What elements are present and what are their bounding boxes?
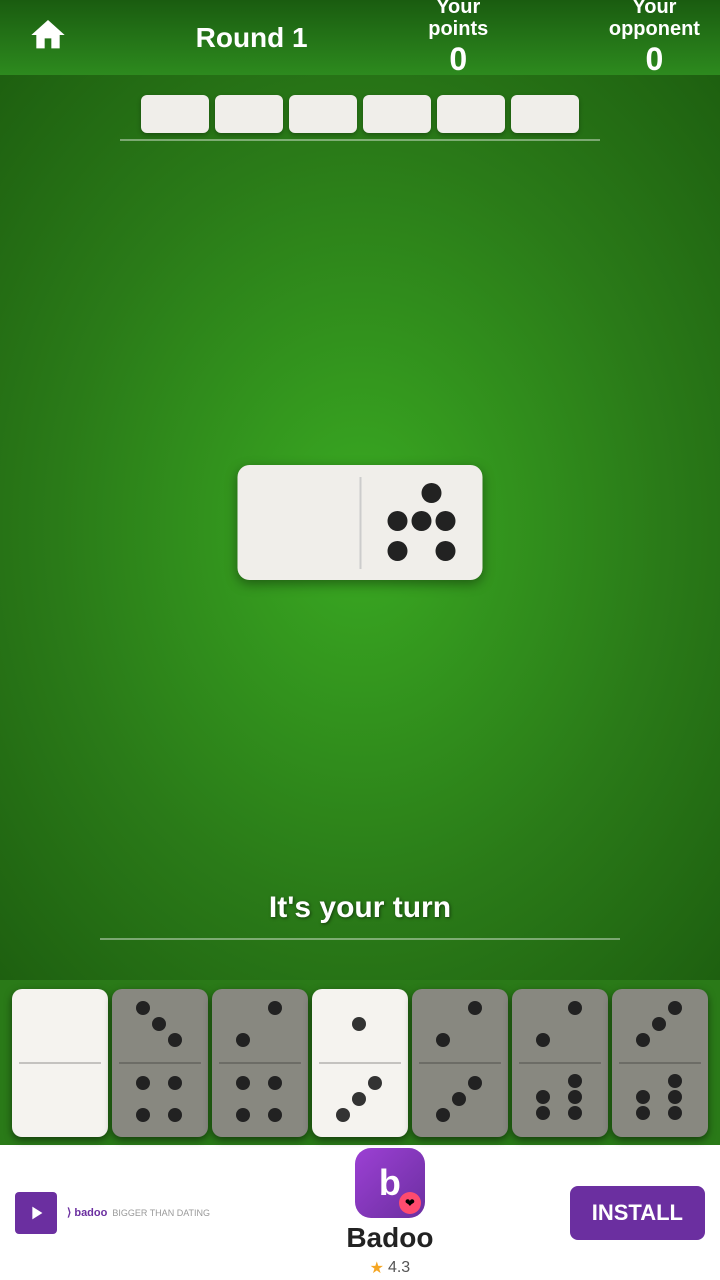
dot [388, 541, 408, 561]
dot [412, 511, 432, 531]
ad-app-name: Badoo [346, 1222, 433, 1254]
ad-icon-letter: b [379, 1162, 401, 1204]
home-button[interactable] [20, 10, 75, 65]
tile-bottom [512, 1064, 608, 1137]
tile-bottom [212, 1064, 308, 1137]
domino-left-half [238, 465, 360, 580]
opponent-tile [215, 95, 283, 133]
ad-left: ⟩ badoo BIGGER THAN DATING [15, 1192, 210, 1234]
player-tile-2[interactable] [112, 989, 208, 1137]
your-points: Yourpoints 0 [428, 0, 488, 79]
header: Round 1 Yourpoints 0 Youropponent 0 [0, 0, 720, 75]
opponent-divider [120, 139, 600, 141]
ad-rating-value: 4.3 [388, 1259, 410, 1277]
ad-center: b ❤ Badoo ★ 4.3 [225, 1148, 555, 1278]
tile-bottom [12, 1064, 108, 1137]
dot [436, 511, 456, 531]
tile-top [112, 989, 208, 1062]
tile-top [412, 989, 508, 1062]
ad-rating: ★ 4.3 [370, 1258, 411, 1278]
tile-top [612, 989, 708, 1062]
tile-top [312, 989, 408, 1062]
round-info: Round 1 [196, 22, 308, 54]
ad-app-icon: b ❤ [355, 1148, 425, 1218]
opponent-tile [363, 95, 431, 133]
turn-divider [100, 938, 620, 940]
turn-text: It's your turn [269, 891, 451, 924]
player-tile-7[interactable] [612, 989, 708, 1137]
player-tile-3[interactable] [212, 989, 308, 1137]
opponent-tiles [0, 75, 720, 133]
ad-star-icon: ★ [370, 1258, 384, 1278]
tile-top [12, 989, 108, 1062]
player-tiles [0, 980, 720, 1145]
round-number: 1 [292, 22, 308, 53]
opponent-tile [141, 95, 209, 133]
dot [388, 511, 408, 531]
opponent-label: Youropponent [609, 0, 700, 40]
dot [422, 483, 442, 503]
five-dots-container [382, 479, 462, 567]
player-tile-5[interactable] [412, 989, 508, 1137]
opponent-tile [437, 95, 505, 133]
tile-bottom [112, 1064, 208, 1137]
ad-tagline: BIGGER THAN DATING [112, 1208, 210, 1218]
center-domino[interactable] [238, 465, 483, 580]
ad-heart-icon: ❤ [399, 1192, 421, 1214]
player-tile-4[interactable] [312, 989, 408, 1137]
install-button[interactable]: INSTALL [570, 1186, 705, 1240]
your-points-label: Yourpoints [428, 0, 488, 40]
tile-top [212, 989, 308, 1062]
opponent-value: 0 [646, 41, 664, 77]
turn-message: It's your turn [0, 891, 720, 925]
game-area: It's your turn [0, 75, 720, 980]
opponent-points: Youropponent 0 [609, 0, 700, 79]
ad-banner: ⟩ badoo BIGGER THAN DATING b ❤ Badoo ★ 4… [0, 1145, 720, 1280]
domino-right-half [361, 465, 483, 580]
player-tile-6[interactable] [512, 989, 608, 1137]
opponent-tile [289, 95, 357, 133]
ad-play-icon [15, 1192, 57, 1234]
tile-bottom [612, 1064, 708, 1137]
tile-bottom [412, 1064, 508, 1137]
tile-top [512, 989, 608, 1062]
your-points-value: 0 [449, 41, 467, 77]
opponent-tile [511, 95, 579, 133]
home-icon [28, 15, 68, 60]
dot [436, 541, 456, 561]
ad-logo: ⟩ badoo BIGGER THAN DATING [67, 1206, 210, 1219]
ad-badoo-text: ⟩ badoo [67, 1206, 107, 1219]
round-label: Round [196, 22, 285, 53]
player-tile-1[interactable] [12, 989, 108, 1137]
tile-bottom [312, 1064, 408, 1137]
